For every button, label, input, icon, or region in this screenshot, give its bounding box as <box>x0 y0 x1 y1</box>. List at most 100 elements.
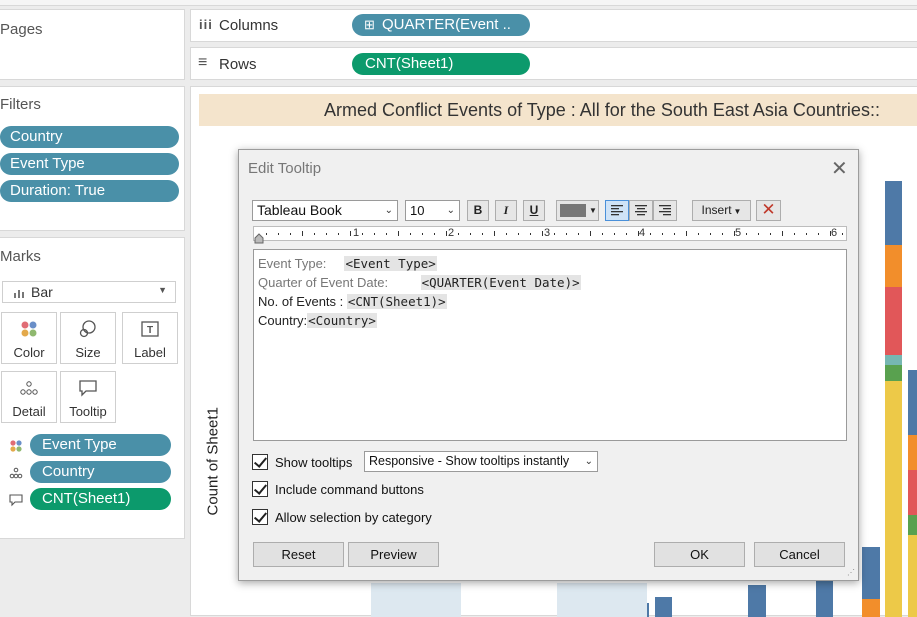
allow-selection-checkbox[interactable] <box>252 509 268 525</box>
marks-event-type-pill[interactable]: Event Type <box>30 434 171 456</box>
ruler-mark: 2 <box>448 227 455 239</box>
font-family-select[interactable]: Tableau Book ⌄ <box>252 200 398 221</box>
pages-panel: Pages <box>0 9 185 80</box>
chart-bar[interactable] <box>908 470 917 515</box>
sheet-title-band: Armed Conflict Events of Type : All for … <box>199 94 917 126</box>
insert-button[interactable]: Insert ▼ <box>692 200 751 221</box>
chart-bar[interactable] <box>655 597 672 617</box>
ruler-tick <box>482 233 483 235</box>
size-label: Size <box>75 345 101 360</box>
preview-button[interactable]: Preview <box>348 542 439 567</box>
editor-field: <CNT(Sheet1)> <box>346 294 447 309</box>
ok-button[interactable]: OK <box>654 542 745 567</box>
ruler-tick <box>614 233 615 235</box>
chart-bar[interactable] <box>885 245 902 287</box>
ruler-tick <box>782 231 783 236</box>
tooltip-editor[interactable]: Event Type: <Event Type> Quarter of Even… <box>253 249 847 441</box>
chevron-down-icon: ⌄ <box>584 456 593 467</box>
color-button[interactable]: Color <box>1 312 57 364</box>
filter-event-type-pill[interactable]: Event Type <box>0 153 179 175</box>
ruler-tick <box>590 231 591 236</box>
ruler-tick <box>458 233 459 235</box>
insert-label: Insert <box>701 203 732 217</box>
ruler-tick <box>626 233 627 235</box>
editor-label: Quarter of Event Date: <box>258 275 421 290</box>
detail-button[interactable]: Detail <box>1 371 57 423</box>
size-button[interactable]: Size <box>60 312 116 364</box>
underline-button[interactable]: U <box>523 200 545 221</box>
ruler-tick <box>290 233 291 235</box>
chevron-down-icon: ▼ <box>158 285 167 295</box>
align-right-button[interactable] <box>653 200 677 221</box>
chart-bar[interactable] <box>885 381 902 617</box>
tooltip-button[interactable]: Tooltip <box>60 371 116 423</box>
indent-marker-icon[interactable] <box>254 231 264 249</box>
highlight-band <box>371 583 461 617</box>
rows-shelf: ≡ Rows CNT(Sheet1) <box>190 47 917 80</box>
reset-button[interactable]: Reset <box>253 542 344 567</box>
ruler-tick <box>422 233 423 235</box>
label-button[interactable]: T Label <box>122 312 178 364</box>
ruler-tick <box>674 233 675 235</box>
ruler-tick <box>350 231 351 236</box>
chart-bar[interactable] <box>885 355 902 365</box>
chart-bar[interactable] <box>908 435 917 470</box>
close-icon[interactable]: ✕ <box>831 156 848 181</box>
cancel-button[interactable]: Cancel <box>754 542 845 567</box>
include-buttons-checkbox[interactable] <box>252 481 268 497</box>
align-left-button[interactable] <box>605 200 629 221</box>
columns-pill-label: QUARTER(Event .. <box>382 16 511 33</box>
ruler-tick <box>650 233 651 235</box>
rows-cnt-pill[interactable]: CNT(Sheet1) <box>352 53 530 75</box>
filter-duration-pill[interactable]: Duration: True <box>0 180 179 202</box>
show-tooltips-checkbox[interactable] <box>252 454 268 470</box>
ruler-tick <box>554 233 555 235</box>
ruler-tick <box>530 233 531 235</box>
expand-icon[interactable]: ⊞ <box>364 14 375 36</box>
color-label: Color <box>13 345 45 360</box>
chart-bar[interactable] <box>816 577 833 617</box>
editor-field: <Country> <box>307 313 377 328</box>
font-size-select[interactable]: 10 ⌄ <box>405 200 460 221</box>
ruler-tick <box>722 233 723 235</box>
chart-bar[interactable] <box>908 515 917 535</box>
chart-bar[interactable] <box>862 547 880 599</box>
clear-format-button[interactable]: ✕ <box>756 200 781 221</box>
ruler-tick <box>758 233 759 235</box>
columns-shelf: iii Columns ⊞ QUARTER(Event .. <box>190 9 917 42</box>
ruler-ticks <box>266 231 843 236</box>
marks-country-pill[interactable]: Country <box>30 461 171 483</box>
filter-country-pill[interactable]: Country <box>0 126 179 148</box>
chevron-down-icon: ⌄ <box>384 205 393 216</box>
chart-bar[interactable] <box>885 287 902 355</box>
resize-grip-icon[interactable]: ⋰ <box>847 568 855 577</box>
ruler-tick <box>842 233 843 235</box>
chart-bar[interactable] <box>748 585 766 617</box>
chart-bar[interactable] <box>908 370 917 435</box>
mark-type-dropdown[interactable]: Bar ▼ <box>2 281 176 303</box>
clear-icon: ✕ <box>761 200 776 219</box>
ruler-tick <box>506 233 507 235</box>
sheet-title: Armed Conflict Events of Type : All for … <box>324 100 880 120</box>
ruler-tick <box>266 233 267 235</box>
chart-bar[interactable] <box>885 365 902 381</box>
ruler-tick <box>818 233 819 235</box>
align-center-button[interactable] <box>629 200 653 221</box>
chart-bar[interactable] <box>908 535 917 617</box>
chart-bar[interactable] <box>862 599 880 617</box>
size-icon <box>61 319 115 341</box>
tooltip-mode-select[interactable]: Responsive - Show tooltips instantly ⌄ <box>364 451 598 472</box>
include-buttons-label: Include command buttons <box>275 482 424 497</box>
ruler-tick <box>446 231 447 236</box>
edit-tooltip-dialog: Edit Tooltip ✕ Tableau Book ⌄ 10 ⌄ B I U… <box>238 149 859 581</box>
chart-bar[interactable] <box>885 181 902 245</box>
text-label-icon: T <box>123 319 177 341</box>
ruler-tick <box>770 233 771 235</box>
bold-button[interactable]: B <box>467 200 489 221</box>
ruler-tick <box>578 233 579 235</box>
font-color-button[interactable]: ▼ <box>556 200 599 221</box>
columns-quarter-pill[interactable]: ⊞ QUARTER(Event .. <box>352 14 530 36</box>
marks-cnt-pill[interactable]: CNT(Sheet1) <box>30 488 171 510</box>
italic-button[interactable]: I <box>495 200 517 221</box>
editor-label: No. of Events : <box>258 294 347 309</box>
